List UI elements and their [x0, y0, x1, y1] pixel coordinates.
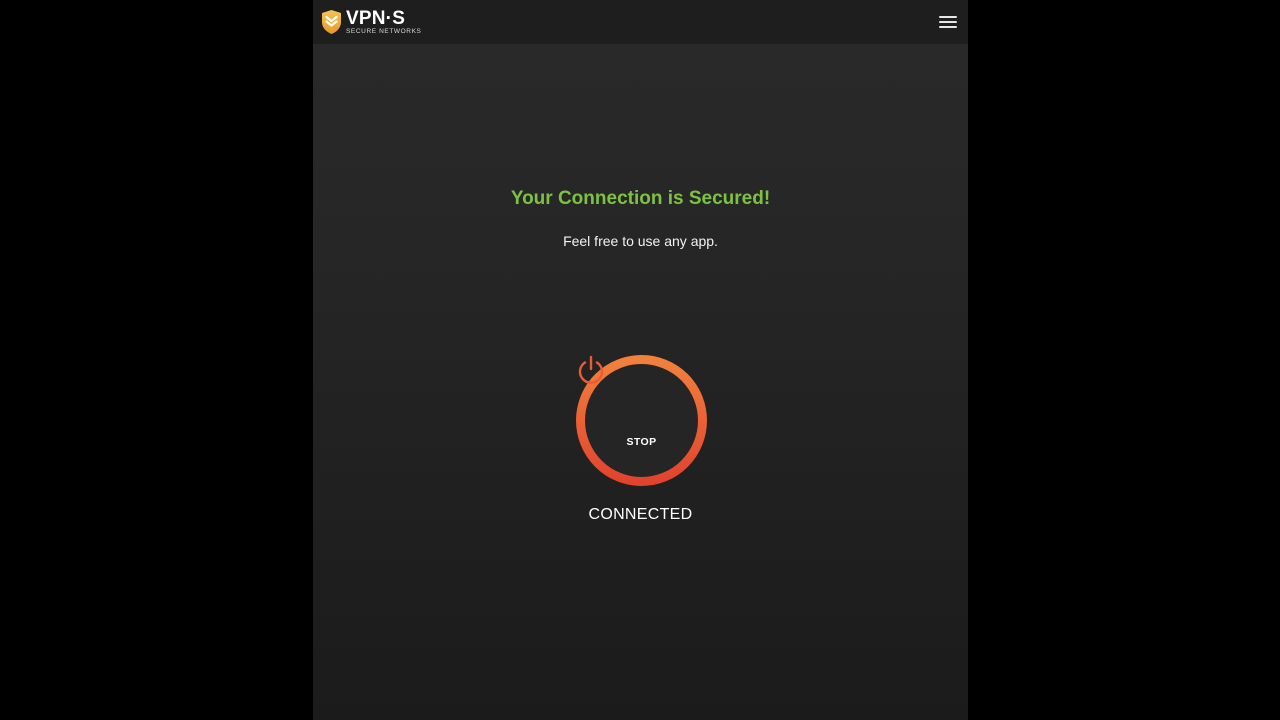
vpn-app-window: VPN·S SECURE NETWORKS Your Connection is…	[313, 0, 968, 720]
connection-headline: Your Connection is Secured!	[510, 188, 771, 209]
stop-label: STOP	[626, 436, 657, 448]
shield-logo-icon	[322, 10, 341, 34]
brand-tagline: SECURE NETWORKS	[346, 27, 422, 35]
hamburger-menu-icon[interactable]	[938, 14, 958, 30]
menu-line	[939, 21, 957, 23]
brand-name: VPN·S	[346, 7, 406, 29]
menu-line	[939, 16, 957, 18]
connection-subline: Feel free to use any app.	[563, 233, 718, 249]
menu-line	[939, 26, 957, 28]
stop-connection-button[interactable]: STOP	[575, 354, 708, 487]
power-icon	[578, 355, 604, 384]
connection-status: CONNECTED	[588, 506, 693, 523]
brand-logo: VPN·S SECURE NETWORKS	[321, 8, 421, 36]
brand-text: VPN·S SECURE NETWORKS	[346, 9, 421, 36]
top-bar: VPN·S SECURE NETWORKS	[313, 0, 968, 44]
